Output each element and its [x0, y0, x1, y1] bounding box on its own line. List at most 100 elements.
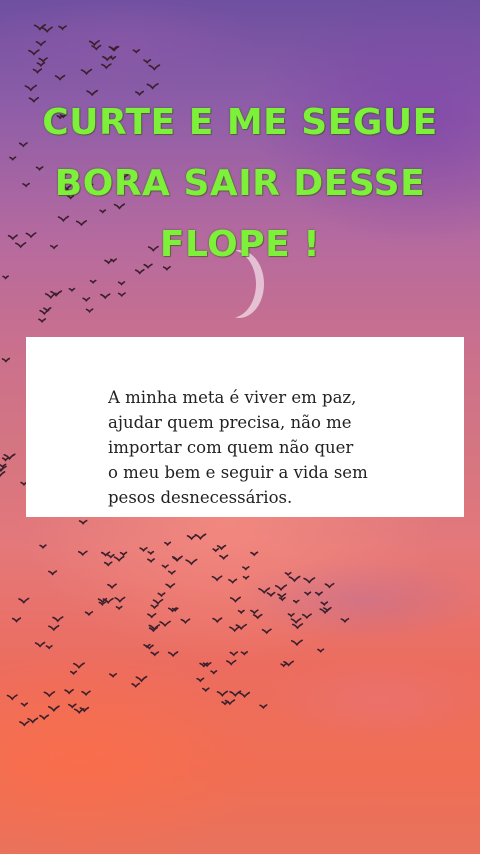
bird-icon	[210, 670, 218, 675]
bird-icon	[43, 307, 52, 313]
bird-icon	[320, 601, 329, 607]
bird-icon	[64, 688, 74, 695]
bird-icon	[43, 690, 56, 698]
bird-icon	[58, 25, 67, 31]
bird-icon	[161, 564, 169, 569]
bird-icon	[41, 26, 53, 33]
bird-icon	[229, 596, 242, 603]
bird-icon	[82, 297, 91, 303]
bird-icon	[11, 617, 22, 623]
bird-icon	[69, 670, 78, 676]
bird-icon	[131, 682, 141, 688]
bird-icon	[52, 616, 64, 623]
bird-icon	[68, 703, 77, 709]
bird-icon	[277, 593, 287, 599]
bird-icon	[317, 648, 325, 653]
bird-icon	[101, 63, 112, 70]
bird-icon	[292, 599, 300, 604]
bird-icon	[109, 672, 118, 678]
bird-icon	[117, 281, 126, 286]
bird-icon	[143, 59, 152, 64]
bird-icon	[146, 82, 159, 90]
bird-icon	[139, 546, 148, 552]
bird-icon	[287, 612, 295, 618]
bird-icon	[44, 292, 57, 300]
bird-icon	[196, 677, 205, 683]
quote-line: A minha meta é viver em paz,	[108, 388, 357, 407]
bird-icon	[38, 57, 48, 63]
bird-icon	[148, 64, 161, 71]
bird-icon	[242, 566, 250, 571]
bird-icon	[28, 49, 40, 56]
bird-icon	[35, 40, 47, 47]
bird-icon	[201, 687, 210, 693]
bird-icon	[45, 644, 53, 650]
bird-icon	[32, 68, 43, 74]
bird-icon	[228, 578, 238, 584]
headline: CURTE E ME SEGUE BORA SAIR DESSE FLOPE !	[0, 92, 480, 275]
bird-icon	[250, 551, 259, 557]
bird-icon	[237, 609, 245, 615]
bird-icon	[18, 597, 30, 604]
bird-icon	[89, 279, 97, 285]
bird-icon	[147, 613, 157, 619]
bird-icon	[119, 551, 128, 557]
bird-icon	[39, 544, 47, 549]
bird-icon	[150, 651, 160, 657]
bird-icon	[221, 700, 229, 706]
bird-icon	[54, 74, 66, 81]
headline-line-3: FLOPE !	[159, 224, 321, 265]
bird-icon	[34, 641, 46, 648]
bird-icon	[135, 675, 148, 683]
bird-icon	[258, 587, 271, 594]
bird-icon	[2, 275, 9, 280]
bird-icon	[194, 533, 207, 540]
bird-icon	[102, 55, 113, 62]
bird-icon	[27, 717, 39, 724]
bird-icon	[211, 575, 223, 582]
bird-icon	[48, 624, 60, 632]
bird-icon	[68, 287, 76, 293]
bird-icon	[229, 625, 241, 633]
bird-icon	[84, 611, 94, 617]
bird-icon	[0, 471, 6, 478]
bird-icon	[242, 575, 250, 580]
bird-icon	[91, 44, 102, 51]
bird-icon	[117, 292, 126, 298]
bird-icon	[290, 639, 303, 647]
bird-icon	[164, 541, 172, 547]
bird-icon	[324, 582, 335, 589]
bird-icon	[152, 598, 164, 605]
bird-icon	[304, 591, 312, 596]
bird-icon	[229, 690, 242, 698]
bird-icon	[259, 704, 268, 710]
bird-icon	[150, 604, 159, 610]
bird-icon	[1, 357, 11, 363]
bird-icon	[291, 623, 304, 630]
bird-icon	[81, 690, 91, 697]
bird-icon	[212, 548, 220, 553]
bird-icon	[36, 61, 46, 68]
bird-icon	[167, 570, 176, 576]
bird-icon	[167, 651, 179, 658]
bird-icon	[165, 583, 176, 589]
bird-icon	[100, 293, 111, 300]
bird-icon	[229, 651, 239, 657]
bird-icon	[38, 318, 47, 324]
bird-icon	[20, 702, 29, 708]
quote-line: o meu bem e seguir a vida sem	[108, 463, 368, 482]
quote-line: importar com quem não quer	[108, 438, 354, 457]
bird-icon	[19, 720, 30, 727]
bird-icon	[159, 620, 171, 628]
bird-icon	[340, 617, 350, 624]
bird-icon	[107, 583, 117, 590]
bird-icon	[284, 571, 292, 577]
bird-icon	[157, 592, 166, 598]
bird-icon	[290, 617, 302, 625]
bird-icon	[114, 596, 126, 603]
bird-icon	[47, 705, 60, 712]
bird-icon	[39, 714, 50, 721]
bird-icon	[147, 550, 155, 556]
bird-icon	[266, 591, 276, 598]
bird-icon	[3, 453, 16, 461]
